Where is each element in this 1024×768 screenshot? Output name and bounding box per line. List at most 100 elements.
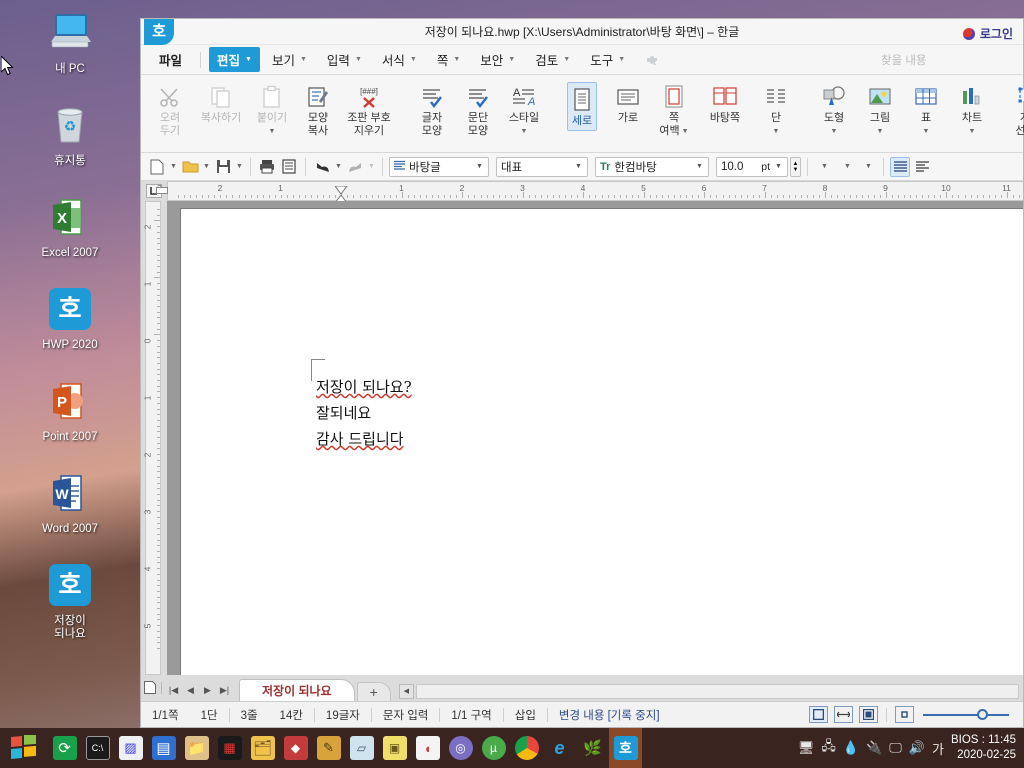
zoom-slider[interactable]: [923, 708, 1009, 720]
orientation-portrait-button[interactable]: 세로: [559, 79, 605, 131]
chevron-down-icon[interactable]: ▼: [572, 163, 585, 170]
zoom-reset-button[interactable]: [895, 706, 914, 723]
view-fit-width-button[interactable]: [834, 706, 853, 723]
align-justify-button[interactable]: [890, 156, 910, 177]
open-file-icon[interactable]: [180, 157, 200, 177]
chevron-down-icon[interactable]: ▼: [269, 125, 276, 138]
font-family-combo[interactable]: Tr 한컴바탕 ▼: [595, 156, 709, 177]
next-tab-button[interactable]: ▶: [199, 685, 216, 701]
master-page-button[interactable]: 바탕쪽: [697, 79, 753, 125]
last-tab-button[interactable]: ▶|: [216, 685, 233, 701]
chevron-down-icon[interactable]: ▼: [923, 125, 930, 138]
font-size-stepper[interactable]: ▲ ▼: [790, 156, 801, 177]
highlight-color-chevron-icon[interactable]: ▼: [843, 163, 852, 170]
style-button[interactable]: A A 스타일 ▼: [501, 79, 547, 138]
desktop-icon-point-2007[interactable]: P Point 2007: [24, 374, 116, 444]
scroll-left-button[interactable]: ◀: [398, 684, 414, 699]
taskbar-app-folder-tan[interactable]: 📁: [180, 728, 213, 768]
font-size-combo[interactable]: 10.0 pt ▼: [716, 156, 788, 177]
usb-safely-remove-icon[interactable]: 🔌: [866, 740, 882, 756]
picture-button[interactable]: 그림 ▼: [857, 79, 903, 138]
taskbar-app-watermelon[interactable]: ◖: [411, 728, 444, 768]
taskbar-app-ruby[interactable]: ◆: [279, 728, 312, 768]
desktop-icon-word-2007[interactable]: W Word 2007: [24, 466, 116, 536]
desktop-icon-recycle-bin[interactable]: ♻ 휴지통: [24, 98, 116, 168]
taskbar-app-olive[interactable]: 🌿: [576, 728, 609, 768]
zoom-slider-knob[interactable]: [977, 708, 988, 720]
desktop-icon-hwp-document[interactable]: 호 저장이 되나요: [24, 558, 116, 641]
menu-item-view[interactable]: 보기 ▼: [264, 47, 315, 72]
desktop-icon-hwp-2020[interactable]: 호 HWP 2020: [24, 282, 116, 352]
taskbar-app-notepad[interactable]: ▱: [345, 728, 378, 768]
start-button[interactable]: [0, 728, 48, 768]
page-thumbnail-icon[interactable]: [141, 681, 158, 701]
shape-button[interactable]: 도형 ▼: [811, 79, 857, 138]
table-button[interactable]: 표 ▼: [903, 79, 949, 138]
display-settings-icon[interactable]: 🖥: [798, 740, 815, 756]
horizontal-scroll-track[interactable]: [415, 684, 1019, 699]
vertical-ruler[interactable]: 321012345: [141, 201, 167, 675]
chevron-down-icon[interactable]: ▼: [693, 163, 706, 170]
char-style-combo[interactable]: 대표 ▼: [496, 156, 588, 177]
taskbar-app-pencil[interactable]: ✎: [312, 728, 345, 768]
menu-item-page[interactable]: 쪽 ▼: [429, 47, 468, 72]
taskbar-app-utorrent[interactable]: µ: [477, 728, 510, 768]
taskbar-app-refresh[interactable]: ⟳: [48, 728, 81, 768]
document-page[interactable]: 저장이 되나요? 잘되네요 감사 드립니다: [181, 209, 1023, 675]
char-shape-button[interactable]: 글자 모양: [409, 79, 455, 138]
format-painter-button[interactable]: 모양 복사: [295, 79, 341, 138]
desktop-icon-my-pc[interactable]: 내 PC: [24, 6, 116, 76]
menu-item-edit[interactable]: 편집 ▼: [209, 47, 260, 72]
taskbar-app-internet-explorer[interactable]: e: [543, 728, 576, 768]
stepper-down-icon[interactable]: ▼: [793, 167, 799, 173]
taskbar-app-bittorrent[interactable]: ◎: [444, 728, 477, 768]
copy-button[interactable]: 복사하기: [193, 79, 249, 125]
document-text[interactable]: 저장이 되나요? 잘되네요 감사 드립니다: [316, 374, 412, 452]
taskbar-app-save-tool[interactable]: ▤: [147, 728, 180, 768]
menu-item-file[interactable]: 파일: [151, 47, 194, 72]
taskbar-app-hwp[interactable]: 호: [609, 728, 642, 768]
menu-item-review[interactable]: 검토 ▼: [527, 47, 578, 72]
add-tab-button[interactable]: +: [356, 682, 391, 701]
save-icon[interactable]: [213, 157, 233, 177]
status-track-changes[interactable]: 변경 내용 [기록 중지]: [548, 707, 671, 723]
view-whole-page-button[interactable]: [859, 706, 878, 723]
taskbar-app-command-prompt[interactable]: C:\: [81, 728, 114, 768]
paragraph-shape-button[interactable]: 문단 모양: [455, 79, 501, 138]
print-icon[interactable]: [257, 157, 277, 177]
ime-indicator[interactable]: 가: [932, 739, 944, 758]
taskbar-app-red-grid[interactable]: ▦: [213, 728, 246, 768]
taskbar-app-chrome[interactable]: [510, 728, 543, 768]
paste-button[interactable]: 붙이기 ▼: [249, 79, 295, 138]
volume-icon[interactable]: 🔊: [909, 740, 925, 756]
puzzle-addin-icon[interactable]: [637, 50, 667, 70]
align-left-button[interactable]: [912, 157, 932, 177]
text-color-chevron-icon[interactable]: ▼: [820, 163, 829, 170]
chevron-down-icon[interactable]: ▼: [334, 163, 343, 170]
page-scroll-region[interactable]: 저장이 되나요? 잘되네요 감사 드립니다: [167, 201, 1023, 675]
clear-control-marks-button[interactable]: [###] 조판 부호 지우기: [341, 79, 397, 138]
document-tab[interactable]: 저장이 되나요: [239, 679, 355, 701]
paragraph-style-combo[interactable]: 바탕글 ▼: [389, 156, 489, 177]
prev-tab-button[interactable]: ◀: [182, 685, 199, 701]
search-input[interactable]: 찾을 내용: [881, 52, 1013, 70]
cut-button[interactable]: 오려 두기: [147, 79, 193, 138]
chevron-down-icon[interactable]: ▼: [772, 163, 785, 170]
menu-item-input[interactable]: 입력 ▼: [319, 47, 370, 72]
view-single-page-button[interactable]: [809, 706, 828, 723]
undo-icon[interactable]: [312, 157, 332, 177]
chevron-down-icon[interactable]: ▼: [473, 163, 486, 170]
page-margin-button[interactable]: 쪽 여백 ▼: [651, 79, 697, 138]
menu-item-format[interactable]: 서식 ▼: [374, 47, 425, 72]
new-document-icon[interactable]: [147, 157, 167, 177]
left-indent-marker[interactable]: [156, 181, 168, 199]
desktop-icon-excel-2007[interactable]: X Excel 2007: [24, 190, 116, 260]
columns-button[interactable]: 단 ▼: [753, 79, 799, 138]
orientation-landscape-button[interactable]: 가로: [605, 79, 651, 125]
shading-chevron-icon[interactable]: ▼: [864, 163, 873, 170]
chart-button[interactable]: 차트 ▼: [949, 79, 995, 138]
monitor-icon[interactable]: 🖵: [889, 740, 902, 756]
taskbar-app-explorer[interactable]: 🗂: [246, 728, 279, 768]
chevron-down-icon[interactable]: ▼: [682, 125, 689, 138]
horizontal-ruler[interactable]: 3211234567891011121314: [156, 181, 1023, 204]
